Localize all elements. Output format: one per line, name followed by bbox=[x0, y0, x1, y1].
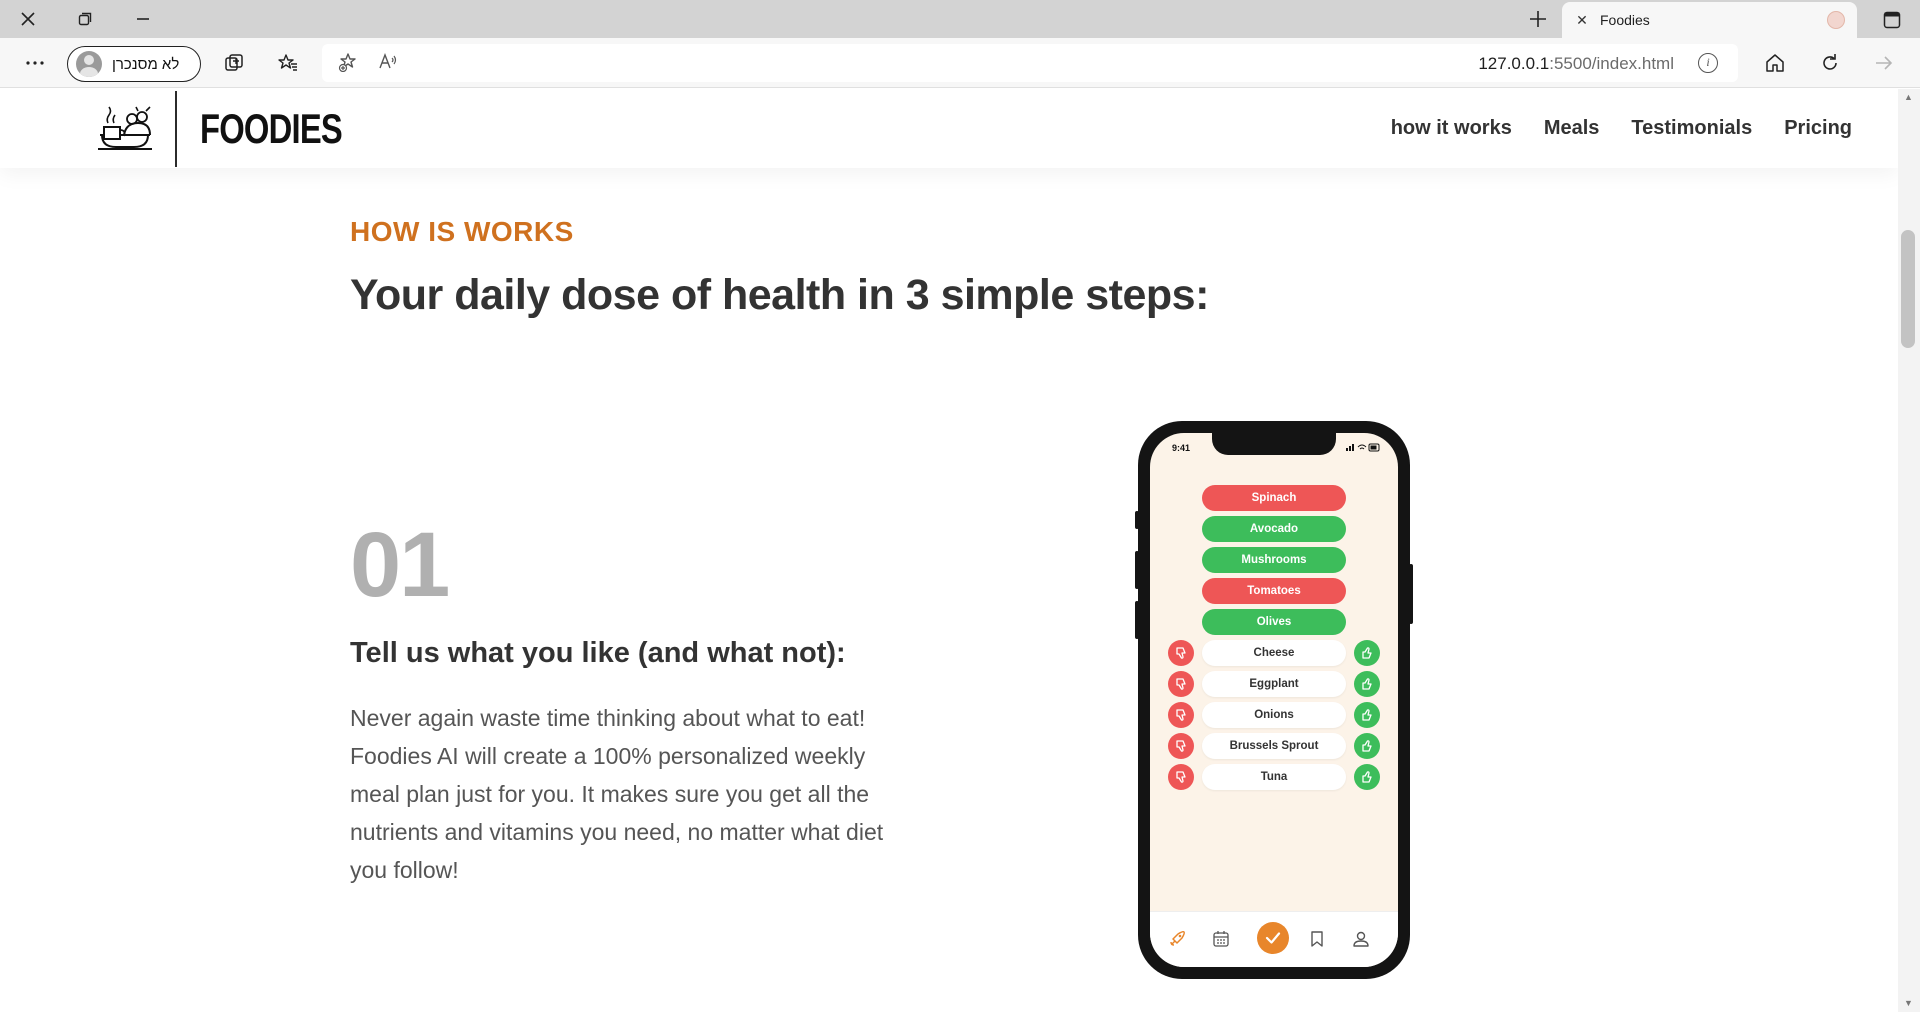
nav-link-meals[interactable]: Meals bbox=[1544, 117, 1600, 140]
logo-divider bbox=[175, 91, 177, 167]
phone-tab-bar bbox=[1150, 911, 1398, 967]
site-header: FOODIES how it works Meals Testimonials … bbox=[0, 89, 1898, 168]
url-path: :5500/index.html bbox=[1549, 54, 1674, 73]
food-pill-eggplant: Eggplant bbox=[1202, 671, 1346, 697]
rocket-icon[interactable] bbox=[1164, 926, 1190, 952]
thumbs-down-icon[interactable] bbox=[1168, 702, 1194, 728]
url-text[interactable]: 127.0.0.1:5500/index.html bbox=[1478, 54, 1674, 74]
status-icons bbox=[1346, 443, 1380, 454]
food-pill-cheese: Cheese bbox=[1202, 640, 1346, 666]
thumbs-down-icon[interactable] bbox=[1168, 733, 1194, 759]
site-info-icon[interactable]: i bbox=[1698, 53, 1718, 73]
calendar-icon[interactable] bbox=[1208, 926, 1234, 952]
bookmark-icon[interactable] bbox=[1304, 926, 1330, 952]
thumbs-up-icon[interactable] bbox=[1354, 764, 1380, 790]
scrollbar-thumb[interactable] bbox=[1901, 230, 1915, 348]
refresh-icon[interactable] bbox=[1812, 46, 1848, 80]
profile-button[interactable]: לא מסנכרן bbox=[67, 46, 201, 82]
home-icon[interactable] bbox=[1757, 46, 1793, 80]
user-icon[interactable] bbox=[1348, 926, 1374, 952]
food-pill-brussels-sprout: Brussels Sprout bbox=[1202, 733, 1346, 759]
step-number: 01 bbox=[350, 514, 450, 616]
step-description: Never again waste time thinking about wh… bbox=[350, 705, 884, 883]
thumbs-up-icon[interactable] bbox=[1354, 733, 1380, 759]
main-nav: how it works Meals Testimonials Pricing bbox=[1391, 117, 1852, 140]
tab-close-icon[interactable]: ✕ bbox=[1574, 12, 1590, 29]
address-bar[interactable]: 127.0.0.1:5500/index.html i bbox=[322, 44, 1738, 82]
new-tab-icon[interactable] bbox=[1521, 2, 1555, 36]
nav-link-how-it-works[interactable]: how it works bbox=[1391, 117, 1512, 140]
food-pill-olives[interactable]: Olives bbox=[1202, 609, 1346, 635]
phone-mockup: 9:41 Spinach Avocado Mushrooms Tomatoes Oliv… bbox=[1138, 421, 1410, 979]
phone-screen: 9:41 Spinach Avocado Mushrooms Tomatoes Oliv… bbox=[1150, 433, 1398, 967]
forward-icon[interactable] bbox=[1866, 46, 1902, 80]
browser-toolbar: לא מסנכרן 127.0.0.1:5500/index.html i bbox=[0, 38, 1920, 88]
page-scrollbar[interactable] bbox=[1898, 89, 1920, 1012]
thumbs-down-icon[interactable] bbox=[1168, 640, 1194, 666]
food-pill-tomatoes[interactable]: Tomatoes bbox=[1202, 578, 1346, 604]
sidebar-toggle-icon[interactable] bbox=[1872, 4, 1912, 36]
add-favorite-icon[interactable] bbox=[338, 52, 358, 77]
thumbs-up-icon[interactable] bbox=[1354, 671, 1380, 697]
thumbs-down-icon[interactable] bbox=[1168, 764, 1194, 790]
url-host: 127.0.0.1 bbox=[1478, 54, 1550, 73]
tab-title: Foodies bbox=[1600, 12, 1650, 28]
food-pill-avocado[interactable]: Avocado bbox=[1202, 516, 1346, 542]
avatar bbox=[76, 51, 102, 77]
thumbs-down-icon[interactable] bbox=[1168, 671, 1194, 697]
minimize-window-icon[interactable] bbox=[126, 2, 160, 36]
thumbs-up-icon[interactable] bbox=[1354, 640, 1380, 666]
check-icon[interactable] bbox=[1257, 922, 1289, 954]
nav-link-testimonials[interactable]: Testimonials bbox=[1631, 117, 1752, 140]
food-pill-tuna: Tuna bbox=[1202, 764, 1346, 790]
phone-notch bbox=[1212, 433, 1336, 455]
read-aloud-icon[interactable] bbox=[378, 52, 398, 77]
favicon-icon bbox=[1827, 11, 1845, 29]
restore-window-icon[interactable] bbox=[68, 2, 102, 36]
page-viewport: FOODIES how it works Meals Testimonials … bbox=[0, 89, 1898, 1012]
thumbs-up-icon[interactable] bbox=[1354, 702, 1380, 728]
close-window-icon[interactable] bbox=[11, 2, 45, 36]
nav-link-pricing[interactable]: Pricing bbox=[1784, 117, 1852, 140]
more-options-icon[interactable] bbox=[17, 46, 53, 80]
step-title: Tell us what you like (and what not): bbox=[350, 637, 846, 669]
section-eyebrow: HOW IS WORKS bbox=[350, 216, 574, 247]
scroll-down-icon[interactable]: ▼ bbox=[1904, 998, 1913, 1008]
food-pill-spinach[interactable]: Spinach bbox=[1202, 485, 1346, 511]
scroll-up-icon[interactable]: ▲ bbox=[1904, 92, 1913, 102]
logo-icon bbox=[98, 106, 152, 150]
food-pill-mushrooms[interactable]: Mushrooms bbox=[1202, 547, 1346, 573]
favorites-icon[interactable] bbox=[270, 46, 306, 80]
collections-icon[interactable] bbox=[216, 46, 252, 80]
food-pill-onions: Onions bbox=[1202, 702, 1346, 728]
status-time: 9:41 bbox=[1172, 443, 1191, 453]
profile-label: לא מסנכרן bbox=[112, 55, 180, 73]
browser-tab-strip: ✕ Foodies bbox=[0, 0, 1920, 38]
logo-text[interactable]: FOODIES bbox=[200, 105, 343, 153]
section-headline: Your daily dose of health in 3 simple st… bbox=[350, 271, 1209, 319]
tab-foodies[interactable]: ✕ Foodies bbox=[1562, 2, 1857, 38]
